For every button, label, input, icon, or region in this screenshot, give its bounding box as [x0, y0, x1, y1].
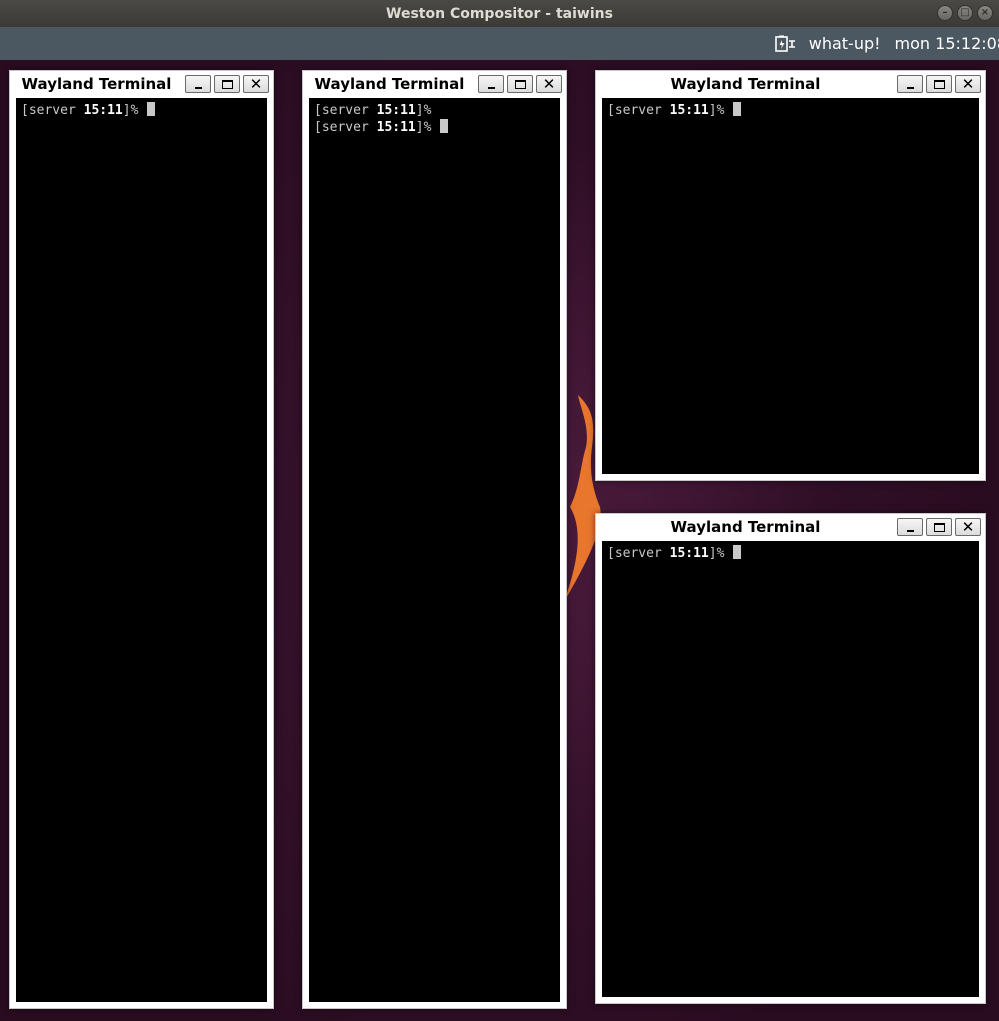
- maximize-icon: [221, 79, 233, 89]
- prompt-open: [server: [607, 103, 670, 118]
- terminal-content[interactable]: [server 15:11]% [server 15:11]%: [309, 98, 560, 1002]
- window-controls: ✕: [185, 75, 269, 93]
- prompt-line: [server 15:11]%: [607, 102, 979, 119]
- text-cursor: [733, 545, 742, 559]
- close-icon: ✕: [249, 74, 263, 93]
- minimize-button[interactable]: [185, 75, 211, 93]
- close-button[interactable]: ✕: [955, 75, 981, 93]
- battery-charging-icon[interactable]: [774, 35, 797, 53]
- terminal-window[interactable]: Wayland Terminal ✕ [server 15:11]%: [595, 513, 986, 1004]
- close-button[interactable]: ✕: [536, 75, 562, 93]
- host-title-bar[interactable]: Weston Compositor - taiwins – □ ×: [0, 0, 999, 27]
- prompt-time: 15:11: [669, 103, 709, 118]
- minimize-button[interactable]: [478, 75, 504, 93]
- terminal-title: Wayland Terminal: [670, 75, 821, 93]
- window-controls: ✕: [897, 75, 981, 93]
- prompt-close: ]%: [415, 103, 432, 118]
- close-icon: ✕: [542, 74, 556, 93]
- prompt-close: ]%: [708, 546, 725, 561]
- minimize-icon: [488, 87, 495, 89]
- minimize-icon: [195, 87, 202, 89]
- panel-clock[interactable]: mon 15:12:08: [895, 34, 999, 53]
- host-window-title: Weston Compositor - taiwins: [386, 5, 613, 22]
- prompt-close: ]%: [122, 103, 139, 118]
- minimize-button[interactable]: [897, 518, 923, 536]
- close-icon: ✕: [961, 517, 975, 536]
- minimize-icon[interactable]: –: [937, 5, 953, 21]
- maximize-icon: [514, 79, 526, 89]
- terminal-window[interactable]: Wayland Terminal ✕ [server 15:11]% [serv…: [302, 70, 567, 1009]
- prompt-time: 15:11: [376, 103, 416, 118]
- prompt-line: [server 15:11]%: [314, 102, 560, 119]
- prompt-open: [server: [314, 120, 377, 135]
- maximize-button[interactable]: [507, 75, 533, 93]
- close-button[interactable]: ✕: [243, 75, 269, 93]
- prompt-time: 15:11: [669, 546, 709, 561]
- text-cursor: [440, 119, 449, 133]
- prompt-time: 15:11: [376, 120, 416, 135]
- panel-widget-text[interactable]: what-up!: [809, 34, 881, 53]
- prompt-line: [server 15:11]%: [21, 102, 267, 119]
- prompt-close: ]%: [708, 103, 725, 118]
- terminal-content[interactable]: [server 15:11]%: [602, 541, 979, 997]
- maximize-button[interactable]: [926, 75, 952, 93]
- prompt-time: 15:11: [83, 103, 123, 118]
- minimize-icon: [907, 530, 914, 532]
- text-cursor: [147, 102, 156, 116]
- maximize-button[interactable]: [926, 518, 952, 536]
- minimize-button[interactable]: [897, 75, 923, 93]
- prompt-open: [server: [314, 103, 377, 118]
- window-controls: ✕: [478, 75, 562, 93]
- close-icon[interactable]: ×: [977, 5, 993, 21]
- window-controls: ✕: [897, 518, 981, 536]
- text-cursor: [733, 102, 742, 116]
- top-panel: what-up! mon 15:12:08: [0, 27, 999, 60]
- terminal-window[interactable]: Wayland Terminal ✕ [server 15:11]%: [595, 70, 986, 481]
- prompt-close: ]%: [415, 120, 432, 135]
- terminal-title: Wayland Terminal: [670, 518, 821, 536]
- close-icon: ✕: [961, 74, 975, 93]
- maximize-icon[interactable]: □: [957, 5, 973, 21]
- host-window-controls: – □ ×: [937, 5, 993, 21]
- terminal-window[interactable]: Wayland Terminal ✕ [server 15:11]%: [9, 70, 274, 1009]
- minimize-icon: [907, 87, 914, 89]
- maximize-icon: [933, 522, 945, 532]
- prompt-line: [server 15:11]%: [607, 545, 979, 562]
- terminal-content[interactable]: [server 15:11]%: [16, 98, 267, 1002]
- prompt-open: [server: [607, 546, 670, 561]
- terminal-content[interactable]: [server 15:11]%: [602, 98, 979, 474]
- maximize-button[interactable]: [214, 75, 240, 93]
- prompt-line: [server 15:11]%: [314, 119, 560, 136]
- close-button[interactable]: ✕: [955, 518, 981, 536]
- prompt-open: [server: [21, 103, 84, 118]
- maximize-icon: [933, 79, 945, 89]
